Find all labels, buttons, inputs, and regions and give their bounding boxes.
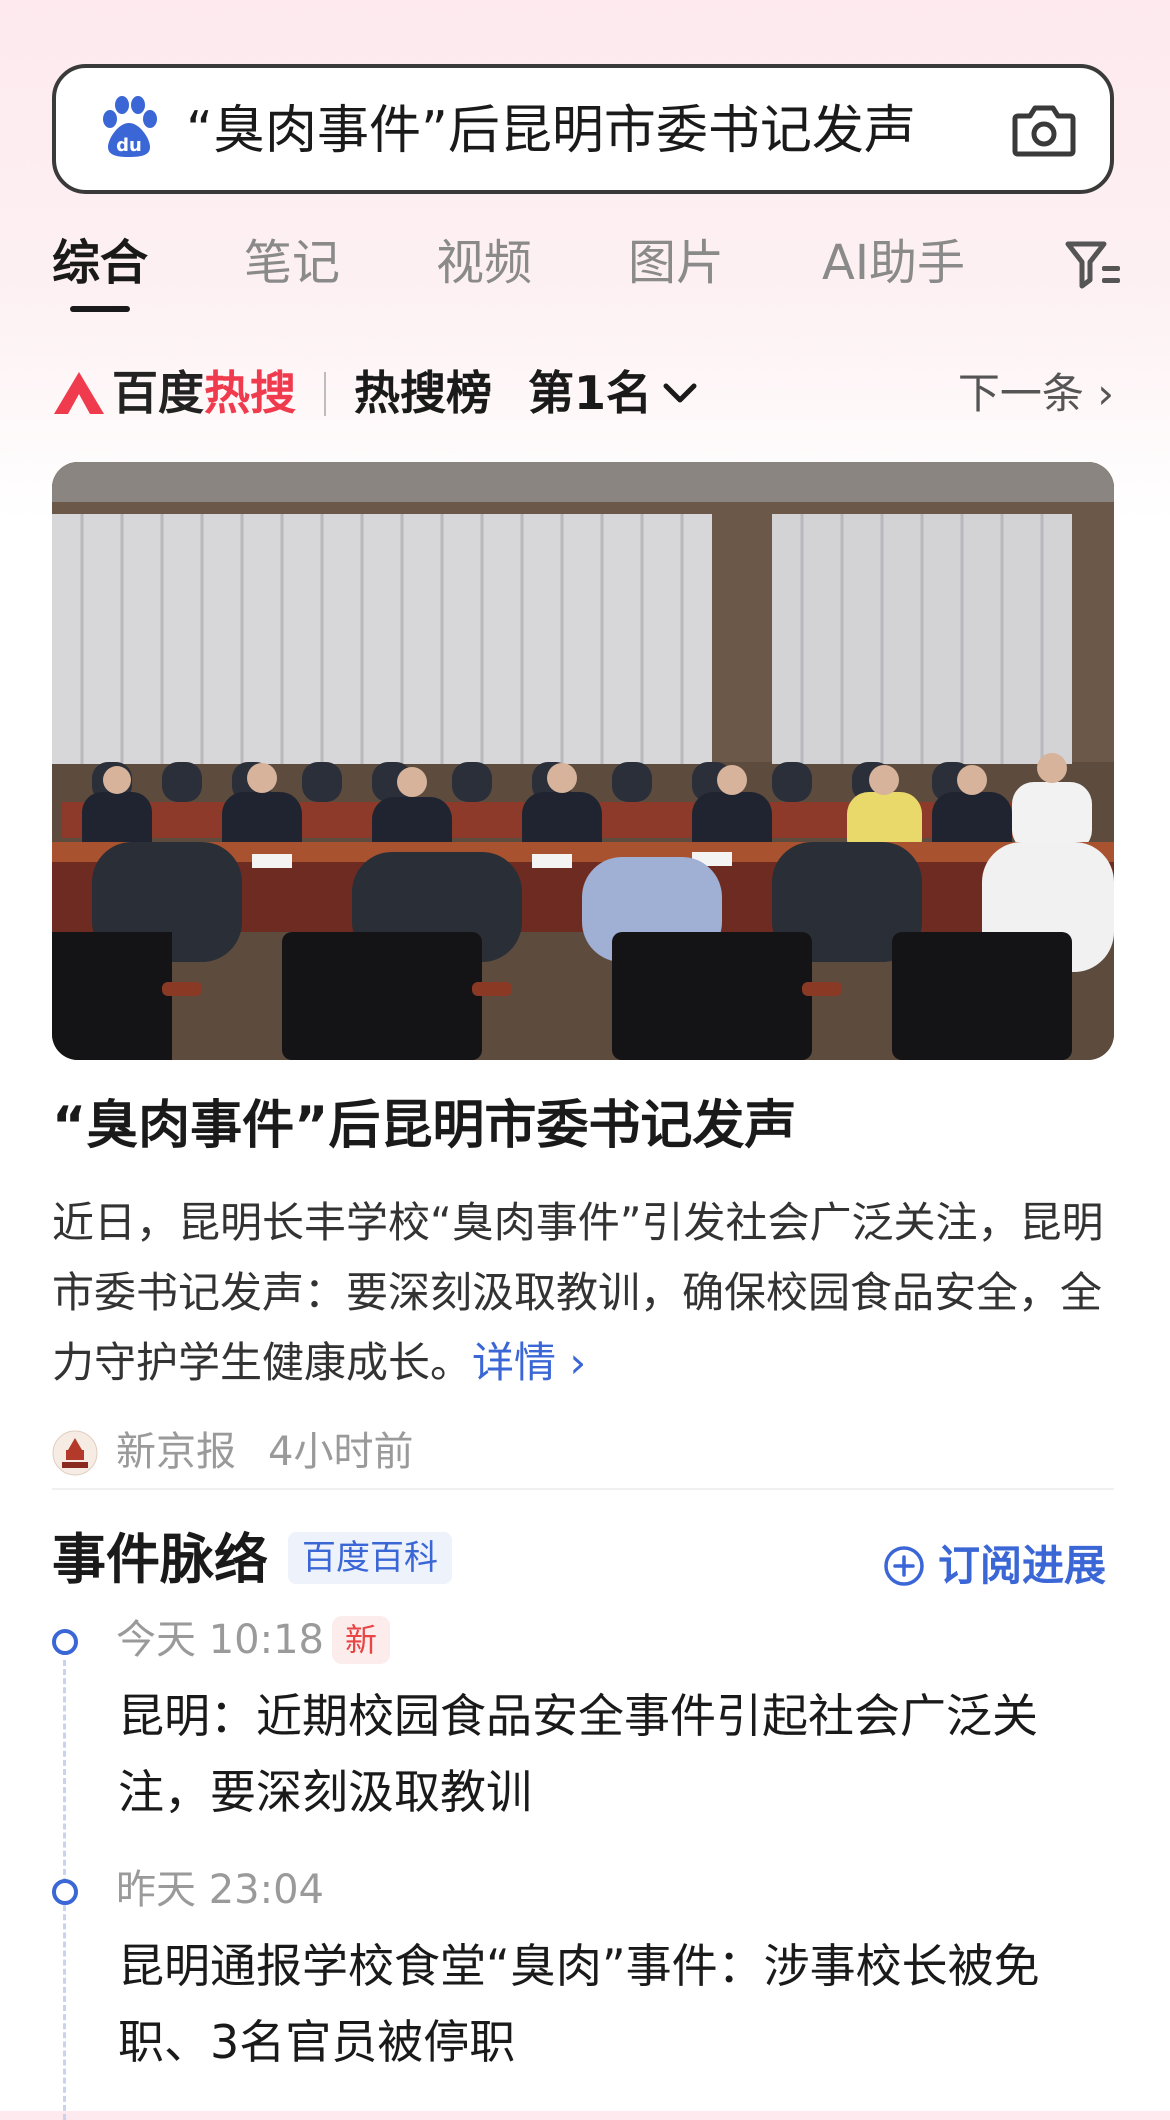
timeline-dot [52,1879,78,1905]
svg-text:du: du [116,135,142,156]
details-link[interactable]: 详情 › [472,1338,586,1387]
tab-notes[interactable]: 笔记 [244,230,340,296]
tab-comprehensive[interactable]: 综合 [52,230,148,296]
article-source[interactable]: 新京报 4小时前 [52,1422,652,1482]
tab-images[interactable]: 图片 [628,230,724,296]
hot-search-logo-icon [54,372,104,414]
timeline-item-text[interactable]: 昆明通报学校食堂“臭肉”事件：涉事校长被免职、3名官员被停职 [118,1928,1118,2080]
timeline-time: 昨天 23:04 [116,1867,324,1913]
tab-video[interactable]: 视频 [436,230,532,296]
article-headline[interactable]: “臭肉事件”后昆明市委书记发声 [52,1090,1114,1162]
subscribe-label: 订阅进展 [938,1541,1107,1590]
hot-list-label[interactable]: 热搜榜 [354,360,492,426]
meeting-room-image [52,462,1114,1060]
hot-search-bar: 百度热搜 热搜榜 第1名 下一条 › [52,360,1114,430]
plus-circle-icon [884,1546,924,1586]
baidu-paw-icon: du [103,96,157,157]
search-bar[interactable]: du “臭肉事件”后昆明市委书记发声 [52,64,1114,194]
tab-bar: 综合 笔记 视频 图片 AI助手 [52,230,1162,320]
divider [324,372,326,416]
filter-icon[interactable] [1064,238,1124,290]
timeline-title: 事件脉络 [52,1528,268,1591]
tab-ai-assistant[interactable]: AI助手 [822,230,965,296]
publish-time: 4小时前 [268,1429,414,1475]
search-input[interactable]: “臭肉事件”后昆明市委书记发声 [186,96,1016,166]
active-tab-indicator [70,306,130,312]
news-photo[interactable] [52,462,1114,1060]
new-badge: 新 [332,1616,390,1664]
subscribe-button[interactable]: 订阅进展 [882,1536,1118,1596]
hot-rank-label[interactable]: 第1名 [528,360,652,426]
timeline-item-text[interactable]: 昆明：近期校园食品安全事件引起社会广泛关注，要深刻汲取教训 [118,1678,1118,1830]
timeline-dot [52,1629,78,1655]
section-divider [52,1488,1114,1490]
chevron-down-icon[interactable] [662,378,698,408]
newspaper-logo-icon [52,1430,98,1476]
camera-icon[interactable] [1012,100,1076,160]
next-item-link[interactable]: 下一条 › [958,364,1114,424]
baike-badge[interactable]: 百度百科 [288,1532,452,1584]
hot-search-brand: 百度热搜 [112,366,296,420]
article-summary: 近日，昆明长丰学校“臭肉事件”引发社会广泛关注，昆明市委书记发声：要深刻汲取教训… [52,1188,1122,1398]
timeline-time: 今天 10:18 [116,1617,324,1663]
source-name: 新京报 [116,1429,236,1475]
